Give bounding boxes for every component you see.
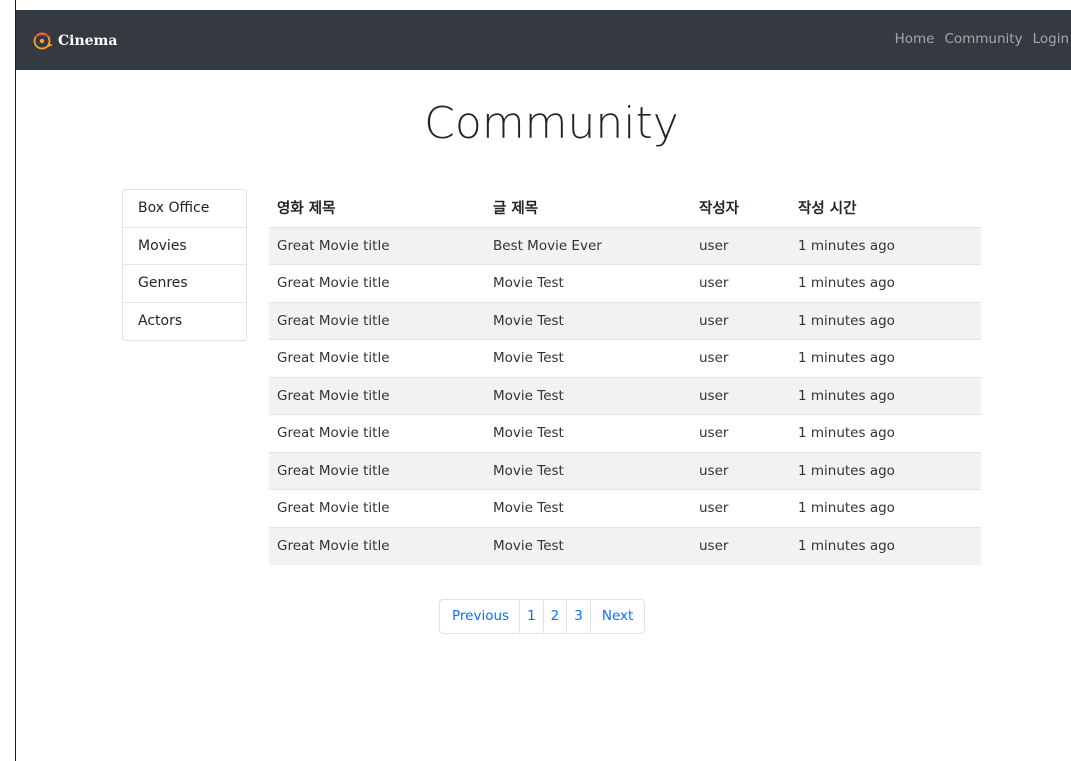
cell-created-time: 1 minutes ago: [790, 226, 981, 265]
posts-table: 영화 제목 글 제목 작성자 작성 시간 Great Movie title Be…: [269, 189, 981, 565]
table-row[interactable]: Great Movie title Movie Test user 1 minutes…: [269, 489, 981, 527]
cell-author: user: [691, 226, 790, 265]
cell-author: user: [691, 526, 790, 565]
cell-movie-title: Great Movie title: [269, 226, 485, 265]
brand[interactable]: Cinema: [32, 30, 117, 52]
sidebar: Box Office Movies Genres Actors: [122, 189, 247, 341]
window-edge: [0, 0, 16, 761]
pagination-page-2[interactable]: 2: [544, 600, 568, 633]
pagination-page-1[interactable]: 1: [520, 600, 544, 633]
browser-frame: Cinema Home Community Login Community Bo…: [0, 0, 1071, 761]
cell-created-time: 1 minutes ago: [790, 264, 981, 302]
cell-movie-title: Great Movie title: [269, 301, 485, 340]
cell-author: user: [691, 489, 790, 527]
cell-author: user: [691, 301, 790, 340]
table-row[interactable]: Great Movie title Movie Test user 1 minutes…: [269, 376, 981, 415]
cell-author: user: [691, 264, 790, 302]
cell-movie-title: Great Movie title: [269, 376, 485, 415]
table-row[interactable]: Great Movie title Movie Test user 1 minutes…: [269, 339, 981, 377]
header-author: 작성자: [691, 189, 790, 228]
header-created-time: 작성 시간: [790, 189, 981, 228]
sidebar-item-genres[interactable]: Genres: [123, 265, 246, 303]
header-movie-title: 영화 제목: [269, 189, 485, 228]
table-row[interactable]: Great Movie title Movie Test user 1 minutes…: [269, 301, 981, 340]
cell-created-time: 1 minutes ago: [790, 339, 981, 377]
pagination: Previous 1 2 3 Next: [439, 599, 646, 634]
table-row[interactable]: Great Movie title Movie Test user 1 minutes…: [269, 451, 981, 490]
cell-author: user: [691, 376, 790, 415]
cell-movie-title: Great Movie title: [269, 526, 485, 565]
table-header-row: 영화 제목 글 제목 작성자 작성 시간: [269, 189, 981, 228]
table-row[interactable]: Great Movie title Movie Test user 1 minutes…: [269, 526, 981, 565]
cell-author: user: [691, 339, 790, 377]
nav-link-community[interactable]: Community: [944, 31, 1022, 47]
navbar: Cinema Home Community Login: [16, 10, 1071, 70]
header-post-title: 글 제목: [485, 189, 691, 228]
cell-post-title[interactable]: Movie Test: [485, 339, 691, 377]
sidebar-item-actors[interactable]: Actors: [123, 303, 246, 341]
cell-movie-title: Great Movie title: [269, 264, 485, 302]
cell-author: user: [691, 414, 790, 452]
sidebar-item-movies[interactable]: Movies: [123, 228, 246, 265]
cell-post-title[interactable]: Movie Test: [485, 489, 691, 527]
film-reel-icon: [33, 32, 53, 50]
pagination-page-3[interactable]: 3: [567, 600, 591, 633]
table-row[interactable]: Great Movie title Movie Test user 1 minutes…: [269, 414, 981, 452]
nav-link-login[interactable]: Login: [1033, 31, 1069, 47]
cell-post-title[interactable]: Movie Test: [485, 526, 691, 565]
table-row[interactable]: Great Movie title Best Movie Ever user 1 mi…: [269, 226, 981, 265]
cell-post-title[interactable]: Movie Test: [485, 376, 691, 415]
cell-post-title[interactable]: Best Movie Ever: [485, 226, 691, 265]
pagination-previous[interactable]: Previous: [440, 600, 521, 633]
cell-movie-title: Great Movie title: [269, 489, 485, 527]
cell-post-title[interactable]: Movie Test: [485, 451, 691, 490]
sidebar-item-box-office[interactable]: Box Office: [123, 190, 246, 228]
page-title: Community: [424, 98, 679, 149]
table-row[interactable]: Great Movie title Movie Test user 1 minutes…: [269, 264, 981, 302]
cell-post-title[interactable]: Movie Test: [485, 301, 691, 340]
cell-movie-title: Great Movie title: [269, 414, 485, 452]
cell-movie-title: Great Movie title: [269, 451, 485, 490]
nav-link-home[interactable]: Home: [895, 31, 935, 47]
cell-created-time: 1 minutes ago: [790, 376, 981, 415]
cell-author: user: [691, 451, 790, 490]
cell-created-time: 1 minutes ago: [790, 414, 981, 452]
cell-created-time: 1 minutes ago: [790, 301, 981, 340]
cell-created-time: 1 minutes ago: [790, 489, 981, 527]
brand-name: Cinema: [58, 33, 118, 49]
table-body: Great Movie title Best Movie Ever user 1 mi…: [269, 226, 981, 565]
nav-links: Home Community Login: [885, 31, 1069, 47]
cell-created-time: 1 minutes ago: [790, 526, 981, 565]
cell-created-time: 1 minutes ago: [790, 451, 981, 490]
cell-post-title[interactable]: Movie Test: [485, 414, 691, 452]
cell-movie-title: Great Movie title: [269, 339, 485, 377]
pagination-next[interactable]: Next: [591, 600, 644, 633]
cell-post-title[interactable]: Movie Test: [485, 264, 691, 302]
